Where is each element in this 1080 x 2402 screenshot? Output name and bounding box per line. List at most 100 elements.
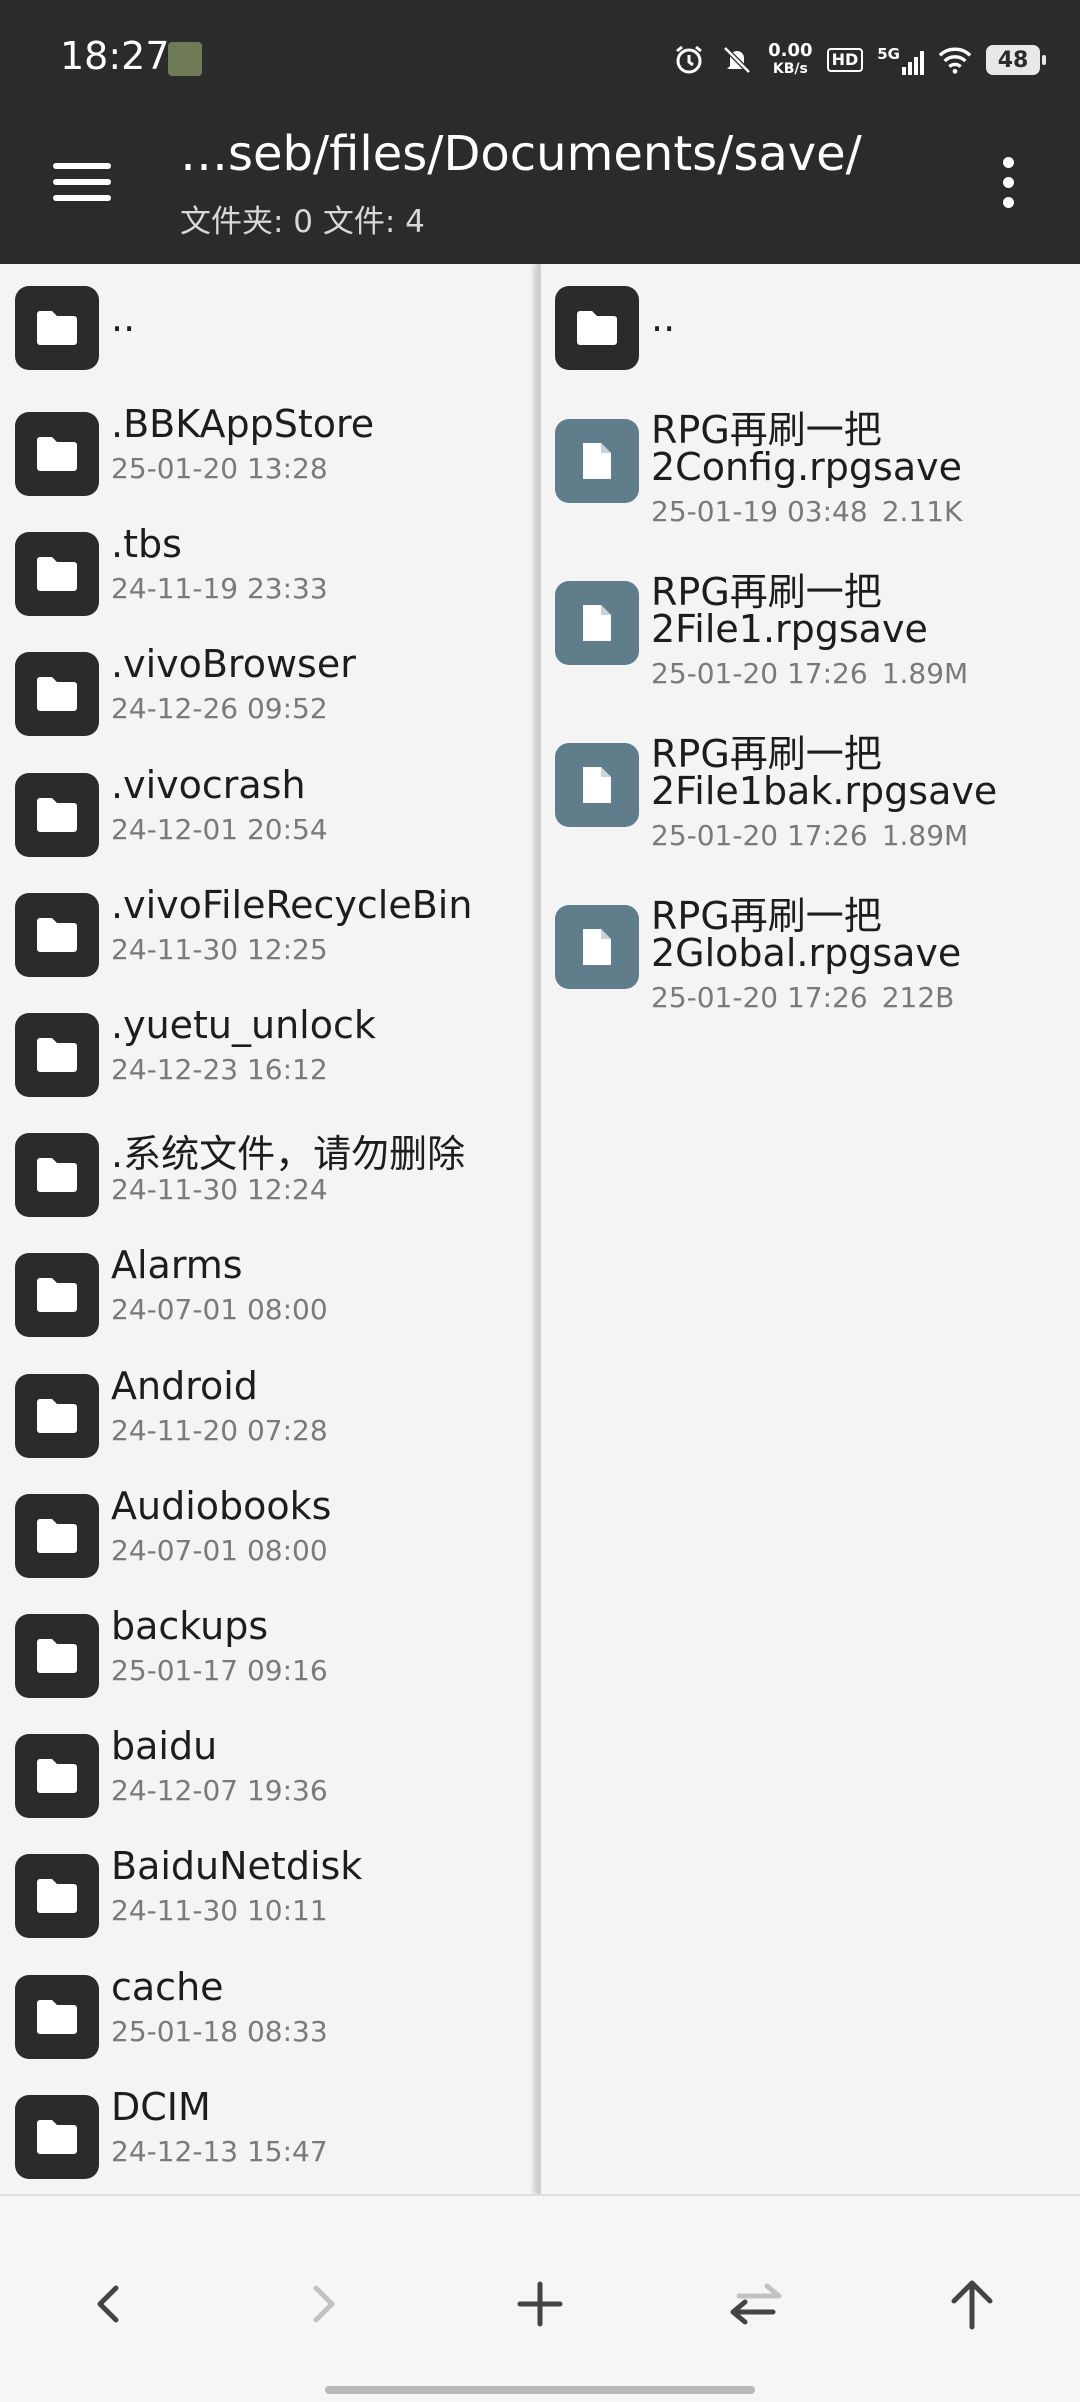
- folder-row[interactable]: .yuetu_unlock 24-12-23 16:12: [0, 1003, 537, 1113]
- parent-directory-row[interactable]: ..: [541, 282, 1080, 378]
- net-speed-unit: KB/s: [772, 61, 808, 77]
- forward-button[interactable]: [276, 2256, 372, 2352]
- folder-icon: [15, 1253, 99, 1338]
- net-speed: 0.00 KB/s: [768, 42, 812, 78]
- up-button[interactable]: [924, 2256, 1020, 2352]
- folder-name: .vivoFileRecycleBin: [111, 882, 473, 927]
- folder-name: BaiduNetdisk: [111, 1844, 363, 1889]
- folder-icon: [15, 892, 99, 977]
- folder-row[interactable]: BaiduNetdisk 24-11-30 10:11: [0, 1844, 537, 1954]
- file-row[interactable]: RPG再刷一把 2Global.rpgsave 25-01-20 17:26 212B: [541, 885, 1080, 1035]
- file-name-line2: 2File1bak.rpgsave: [651, 769, 998, 813]
- folder-date: 24-11-20 07:28: [111, 1413, 328, 1447]
- gallery-thumb-icon: [168, 42, 202, 76]
- parent-directory-row[interactable]: ..: [0, 282, 537, 378]
- file-name-line2: 2Config.rpgsave: [651, 445, 962, 489]
- file-row[interactable]: RPG再刷一把 2Config.rpgsave 25-01-19 03:48 2.11…: [541, 399, 1080, 549]
- folder-icon: [15, 1373, 99, 1458]
- swap-button[interactable]: [708, 2256, 804, 2352]
- folder-row[interactable]: .BBKAppStore 25-01-20 13:28: [0, 402, 537, 512]
- file-name-line2: 2File1.rpgsave: [651, 607, 928, 651]
- signal-icon: 5G: [877, 45, 924, 75]
- folder-row[interactable]: backups 25-01-17 09:16: [0, 1604, 537, 1714]
- folder-name: DCIM: [111, 2084, 211, 2129]
- file-row[interactable]: RPG再刷一把 2File1.rpgsave 25-01-20 17:26 1.89M: [541, 561, 1080, 711]
- status-time: 18:27: [60, 34, 170, 78]
- document-icon: [555, 581, 639, 665]
- alarm-icon: [672, 43, 706, 77]
- folder-icon: [15, 1854, 99, 1939]
- folder-date: 24-11-30 12:24: [111, 1173, 328, 1207]
- file-meta: 25-01-19 03:48 2.11K: [651, 495, 962, 528]
- up-icon: [951, 2280, 993, 2330]
- folder-row[interactable]: .vivoBrowser 24-12-26 09:52: [0, 642, 537, 752]
- document-icon: [555, 743, 639, 827]
- folder-date: 24-11-30 12:25: [111, 932, 328, 966]
- folder-row[interactable]: .系统文件，请勿删除 24-11-30 12:24: [0, 1123, 537, 1233]
- file-meta: 25-01-20 17:26 1.89M: [651, 819, 968, 852]
- menu-icon-bar: [53, 195, 111, 201]
- more-icon-dot: [1002, 176, 1014, 188]
- folder-row[interactable]: .tbs 24-11-19 23:33: [0, 522, 537, 632]
- add-button[interactable]: [492, 2256, 588, 2352]
- folder-row[interactable]: DCIM 24-12-13 15:47: [0, 2085, 537, 2194]
- folder-row[interactable]: baidu 24-12-07 19:36: [0, 1724, 537, 1834]
- menu-icon-bar: [53, 163, 111, 169]
- folder-date: 24-12-23 16:12: [111, 1053, 328, 1086]
- folder-row[interactable]: Android 24-11-20 07:28: [0, 1364, 537, 1474]
- network-type: 5G: [877, 45, 900, 63]
- folder-row[interactable]: .vivoFileRecycleBin 24-11-30 12:25: [0, 883, 537, 993]
- folder-icon: [555, 286, 639, 370]
- file-date: 25-01-20 17:26: [651, 657, 868, 690]
- add-icon: [517, 2281, 563, 2327]
- folder-date: 24-12-07 19:36: [111, 1774, 328, 1808]
- folder-icon: [15, 1133, 99, 1218]
- parent-directory-label: ..: [651, 296, 676, 340]
- folder-icon: [15, 286, 99, 370]
- bottom-toolbar: [0, 2194, 1080, 2402]
- more-options-button[interactable]: [976, 140, 1040, 224]
- folder-date: 25-01-18 08:33: [111, 2014, 328, 2048]
- folder-date: 24-11-19 23:33: [111, 572, 328, 606]
- right-pane[interactable]: .. RPG再刷一把 2Config.rpgsave 25-01-19 03:48 2…: [541, 264, 1080, 2194]
- file-size: 2.11K: [881, 495, 963, 528]
- folder-icon: [15, 1614, 99, 1698]
- folder-date: 24-11-30 10:11: [111, 1894, 328, 1928]
- file-date: 25-01-20 17:26: [651, 981, 868, 1014]
- file-row[interactable]: RPG再刷一把 2File1bak.rpgsave 25-01-20 17:26 1.…: [541, 723, 1080, 873]
- folder-name: .tbs: [111, 522, 182, 567]
- folder-row[interactable]: Audiobooks 24-07-01 08:00: [0, 1484, 537, 1594]
- folder-date: 24-07-01 08:00: [111, 1533, 328, 1567]
- folder-icon: [15, 2094, 99, 2179]
- folder-row[interactable]: cache 25-01-18 08:33: [0, 1965, 537, 2075]
- folder-name: baidu: [111, 1724, 218, 1769]
- folder-date: 24-12-01 20:54: [111, 812, 328, 846]
- file-name-line2: 2Global.rpgsave: [651, 931, 962, 975]
- hd-icon: HD: [826, 48, 864, 72]
- left-pane[interactable]: .. .BBKAppStore 25-01-20 13:28 .tbs 24-11-1…: [0, 264, 537, 2194]
- file-size: 1.89M: [881, 657, 969, 690]
- back-button[interactable]: [60, 2256, 156, 2352]
- folder-name: .BBKAppStore: [111, 402, 375, 446]
- wifi-icon: [938, 43, 972, 77]
- folder-name: .vivocrash: [111, 762, 306, 807]
- file-meta: 25-01-20 17:26 1.89M: [651, 657, 968, 690]
- folder-name: Audiobooks: [111, 1483, 332, 1528]
- folder-date: 24-07-01 08:00: [111, 1293, 328, 1327]
- file-meta: 25-01-20 17:26 212B: [651, 981, 954, 1014]
- home-indicator[interactable]: [325, 2386, 755, 2394]
- back-icon: [97, 2285, 119, 2323]
- folder-date: 25-01-20 13:28: [111, 452, 328, 485]
- folder-name: Alarms: [111, 1243, 243, 1288]
- file-size: 212B: [881, 981, 955, 1014]
- folder-name: .vivoBrowser: [111, 642, 356, 687]
- battery-icon: 48: [986, 45, 1046, 75]
- folder-row[interactable]: Alarms 24-07-01 08:00: [0, 1243, 537, 1353]
- file-date: 25-01-19 03:48: [651, 495, 868, 528]
- more-icon-dot: [1002, 196, 1014, 208]
- folder-row[interactable]: .vivocrash 24-12-01 20:54: [0, 763, 537, 873]
- document-icon: [555, 419, 639, 503]
- current-path[interactable]: …seb/files/Documents/save/: [180, 126, 862, 182]
- status-icons: 0.00 KB/s HD 5G 48: [672, 38, 1046, 82]
- menu-button[interactable]: [40, 140, 124, 224]
